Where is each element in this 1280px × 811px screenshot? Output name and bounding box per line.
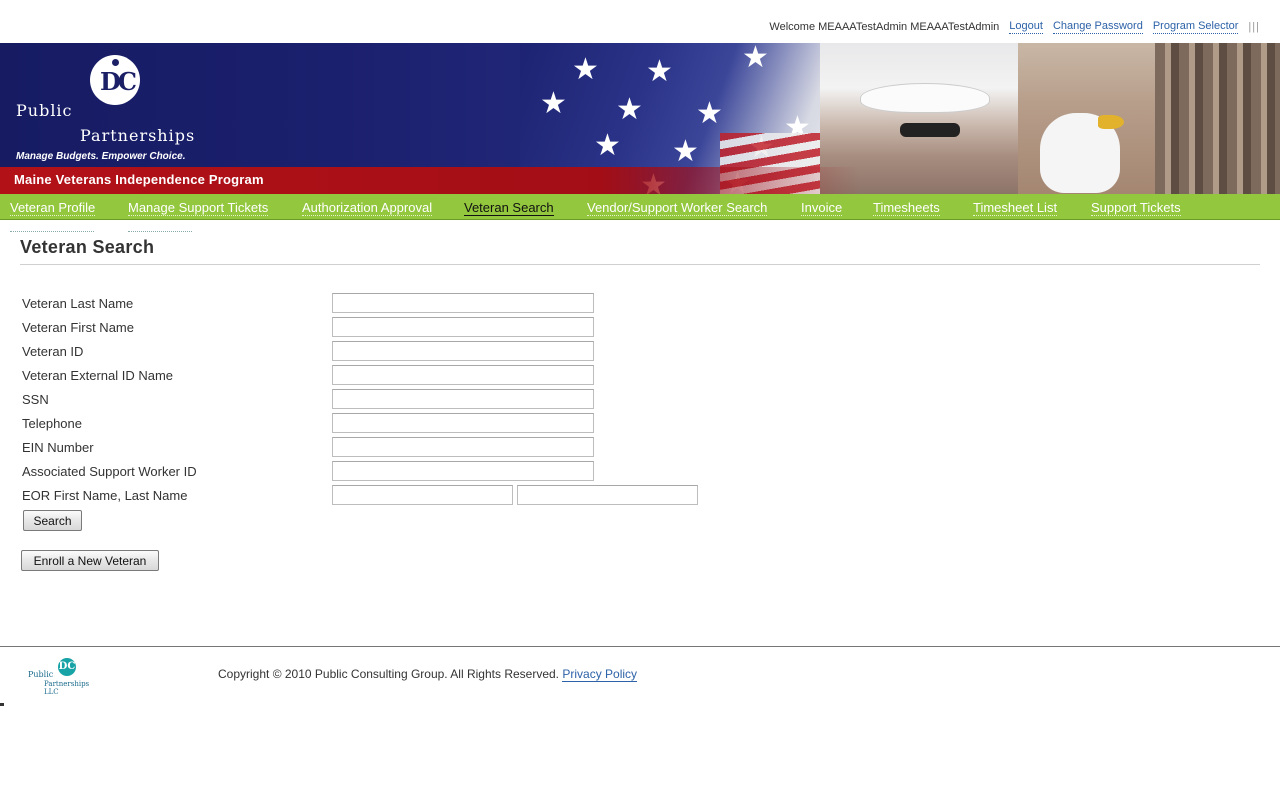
footer-logo-line1: Public bbox=[28, 670, 54, 679]
form-row-ssn: SSN bbox=[22, 389, 722, 411]
nav-veteran-search[interactable]: Veteran Search bbox=[464, 200, 554, 216]
ein-label: EIN Number bbox=[22, 440, 94, 455]
external-id-label: Veteran External ID Name bbox=[22, 368, 174, 383]
star-icon: ★ bbox=[672, 135, 699, 168]
header-banner: ★ ★ ★ ★ ★ ★ ★ ★ ★ ★ ★ ★ Maine Veterans I… bbox=[0, 43, 1280, 194]
form-row-eor-name: EOR First Name, Last Name bbox=[22, 485, 722, 507]
form-row-last-name: Veteran Last Name bbox=[22, 293, 722, 315]
ssn-input[interactable] bbox=[332, 389, 594, 409]
eagle-beak bbox=[1098, 115, 1124, 129]
nav-invoice[interactable]: Invoice bbox=[801, 200, 843, 216]
logo-dot bbox=[112, 59, 119, 66]
logo-line2: Partnerships bbox=[80, 126, 196, 145]
soldiers-image bbox=[1155, 43, 1280, 194]
form-row-ein: EIN Number bbox=[22, 437, 722, 459]
telephone-label: Telephone bbox=[22, 416, 82, 431]
nav-manage-support-tickets[interactable]: Manage Support Tickets bbox=[128, 200, 269, 216]
star-icon: ★ bbox=[594, 129, 621, 162]
logo-mark-icon: DC bbox=[90, 55, 140, 105]
last-name-label: Veteran Last Name bbox=[22, 296, 134, 311]
user-utility-bar: Welcome MEAAATestAdmin MEAAATestAdmin Lo… bbox=[769, 18, 1260, 36]
logout-link[interactable]: Logout bbox=[1009, 20, 1043, 34]
ssn-label: SSN bbox=[22, 392, 49, 407]
eor-last-name-input[interactable] bbox=[517, 485, 698, 505]
support-worker-id-label: Associated Support Worker ID bbox=[22, 464, 197, 479]
change-password-link[interactable]: Change Password bbox=[1052, 20, 1143, 34]
nav-overflow-underline bbox=[10, 220, 94, 232]
external-id-input[interactable] bbox=[332, 365, 594, 385]
title-divider bbox=[20, 264, 1260, 265]
star-icon: ★ bbox=[696, 97, 723, 130]
footer-logo: DC Public Partnerships LLC bbox=[28, 656, 102, 696]
nav-timesheet-list[interactable]: Timesheet List bbox=[973, 200, 1058, 216]
nav-authorization-approval[interactable]: Authorization Approval bbox=[302, 200, 433, 216]
veteran-id-input[interactable] bbox=[332, 341, 594, 361]
star-icon: ★ bbox=[742, 43, 769, 74]
program-title: Maine Veterans Independence Program bbox=[14, 172, 264, 187]
veteran-id-label: Veteran ID bbox=[22, 344, 84, 359]
program-selector-link[interactable]: Program Selector bbox=[1152, 20, 1239, 34]
nav-support-tickets[interactable]: Support Tickets bbox=[1091, 200, 1181, 216]
privacy-policy-link[interactable]: Privacy Policy bbox=[562, 667, 638, 682]
telephone-input[interactable] bbox=[332, 413, 594, 433]
copyright-notice: Copyright © 2010 Public Consulting Group… bbox=[218, 667, 638, 682]
eor-first-name-input[interactable] bbox=[332, 485, 513, 505]
footer-logo-mark-icon: DC bbox=[58, 658, 76, 676]
nav-veteran-profile[interactable]: Veteran Profile bbox=[10, 200, 96, 216]
first-name-input[interactable] bbox=[332, 317, 594, 337]
nav-timesheets[interactable]: Timesheets bbox=[873, 200, 940, 216]
grip-icon: ||| bbox=[1248, 21, 1260, 33]
first-name-label: Veteran First Name bbox=[22, 320, 134, 335]
corner-mark bbox=[0, 703, 4, 706]
star-icon: ★ bbox=[646, 55, 673, 88]
sailor-cap bbox=[860, 83, 990, 113]
form-row-support-worker-id: Associated Support Worker ID bbox=[22, 461, 722, 483]
form-row-external-id: Veteran External ID Name bbox=[22, 365, 722, 387]
copyright-text: Copyright © 2010 Public Consulting Group… bbox=[218, 667, 560, 681]
nav-overflow-underline bbox=[128, 220, 192, 232]
main-nav: Veteran Profile Manage Support Tickets A… bbox=[0, 194, 1280, 220]
star-icon: ★ bbox=[572, 53, 599, 86]
welcome-text: Welcome MEAAATestAdmin MEAAATestAdmin bbox=[769, 21, 1000, 33]
star-icon: ★ bbox=[616, 93, 643, 126]
eor-name-label: EOR First Name, Last Name bbox=[22, 488, 188, 503]
last-name-input[interactable] bbox=[332, 293, 594, 313]
nav-vendor-support-worker-search[interactable]: Vendor/Support Worker Search bbox=[587, 200, 768, 216]
footer-logo-line2: Partnerships LLC bbox=[44, 680, 90, 696]
logo-mark-text: DC bbox=[100, 67, 137, 96]
enroll-veteran-button[interactable]: Enroll a New Veteran bbox=[21, 550, 159, 571]
form-row-telephone: Telephone bbox=[22, 413, 722, 435]
search-button[interactable]: Search bbox=[23, 510, 82, 531]
form-row-veteran-id: Veteran ID bbox=[22, 341, 722, 363]
star-icon: ★ bbox=[540, 87, 567, 120]
form-row-first-name: Veteran First Name bbox=[22, 317, 722, 339]
logo-line1: Public bbox=[16, 101, 73, 120]
page-title: Veteran Search bbox=[20, 237, 155, 257]
support-worker-id-input[interactable] bbox=[332, 461, 594, 481]
ein-input[interactable] bbox=[332, 437, 594, 457]
sailor-visor bbox=[900, 123, 960, 137]
logo-tagline: Manage Budgets. Empower Choice. bbox=[16, 151, 186, 162]
footer-divider bbox=[0, 646, 1280, 647]
public-partnerships-logo: DC Public Partnerships Manage Budgets. E… bbox=[14, 53, 214, 163]
